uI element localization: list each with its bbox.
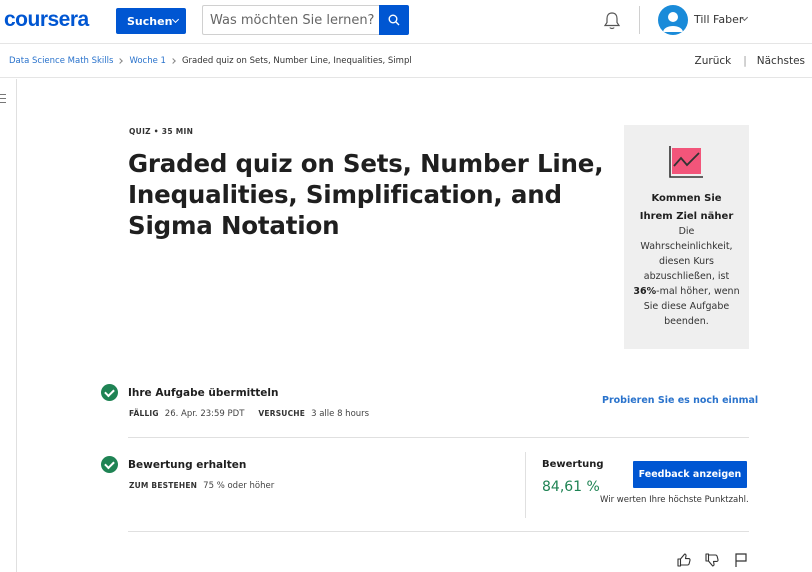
section-divider	[128, 531, 749, 532]
breadcrumb-current: Graded quiz on Sets, Number Line, Inequa…	[181, 56, 412, 66]
grade-step-meta: ZUM BESTEHEN 75 % oder höher	[129, 481, 288, 491]
menu-icon[interactable]	[0, 94, 6, 106]
pass-key: ZUM BESTEHEN	[129, 481, 198, 490]
search-dropdown-label: Suchen	[127, 14, 173, 28]
pass-value: 75 % oder höher	[203, 481, 275, 491]
goal-title: Kommen Sie Ihrem Ziel näher	[624, 190, 749, 226]
top-navigation-bar: coursera Suchen Till Faber	[0, 0, 812, 44]
breadcrumb-week[interactable]: Woche 1	[129, 56, 166, 66]
grade-value: 84,61 %	[542, 479, 600, 495]
quiz-meta: QUIZ • 35 MIN	[129, 127, 194, 136]
breadcrumb-separator-icon	[170, 58, 176, 64]
highest-score-note: Wir werten Ihre höchste Punktzahl.	[600, 495, 749, 505]
goal-text-after: -mal höher, wenn Sie diese Aufgabe beend…	[643, 286, 740, 327]
submit-step-meta: FÄLLIG 26. Apr. 23:59 PDT VERSUCHE 3 alle 8…	[129, 409, 383, 419]
grade-step-title: Bewertung erhalten	[128, 459, 247, 471]
attempts-key: VERSUCHE	[258, 409, 306, 418]
user-name[interactable]: Till Faber	[694, 13, 743, 26]
search-input[interactable]	[202, 5, 380, 35]
attempts-value: 3 alle 8 hours	[311, 409, 370, 419]
left-rail	[0, 79, 17, 572]
retry-link[interactable]: Probieren Sie es noch einmal	[602, 395, 758, 406]
nav-divider: |	[743, 55, 747, 67]
goal-text-before: Die Wahrscheinlichkeit, diesen Kurs abzu…	[640, 226, 733, 282]
thumbs-up-icon[interactable]	[676, 552, 692, 568]
grade-label: Bewertung	[542, 459, 604, 470]
coursera-logo[interactable]: coursera	[4, 8, 89, 32]
back-link[interactable]: Zurück	[695, 55, 732, 67]
goal-percent: 36%	[633, 286, 657, 297]
breadcrumb-separator-icon	[117, 58, 124, 64]
breadcrumb-course[interactable]: Data Science Math Skills	[9, 56, 113, 66]
submit-step-title: Ihre Aufgabe übermitteln	[128, 387, 279, 399]
goal-card: Kommen Sie Ihrem Ziel näher Die Wahrsche…	[624, 125, 749, 349]
grade-divider	[525, 452, 526, 518]
thumbs-down-icon[interactable]	[704, 552, 720, 568]
goal-title-line1: Kommen Sie	[651, 193, 722, 204]
bell-icon[interactable]	[602, 11, 622, 31]
feedback-button[interactable]: Feedback anzeigen	[633, 461, 747, 488]
avatar-icon[interactable]	[658, 5, 688, 35]
search-button[interactable]	[379, 5, 409, 35]
check-icon	[101, 456, 118, 473]
search-dropdown-button[interactable]: Suchen	[116, 8, 186, 34]
search-icon	[388, 14, 400, 26]
chart-icon	[669, 146, 703, 178]
chevron-down-icon	[171, 15, 180, 24]
check-icon	[101, 384, 118, 401]
header-divider	[639, 6, 640, 34]
due-value: 26. Apr. 23:59 PDT	[164, 409, 245, 419]
item-navigation: Zurück | Nächstes	[695, 55, 805, 67]
breadcrumb: Data Science Math Skills Woche 1 Graded …	[9, 56, 412, 66]
breadcrumb-bar: Data Science Math Skills Woche 1 Graded …	[0, 45, 812, 78]
flag-icon[interactable]	[733, 552, 749, 568]
goal-text: Die Wahrscheinlichkeit, diesen Kurs abzu…	[632, 224, 741, 329]
page-title: Graded quiz on Sets, Number Line, Inequa…	[128, 149, 604, 240]
section-divider	[128, 437, 749, 438]
due-key: FÄLLIG	[129, 409, 159, 418]
next-link[interactable]: Nächstes	[757, 55, 805, 67]
